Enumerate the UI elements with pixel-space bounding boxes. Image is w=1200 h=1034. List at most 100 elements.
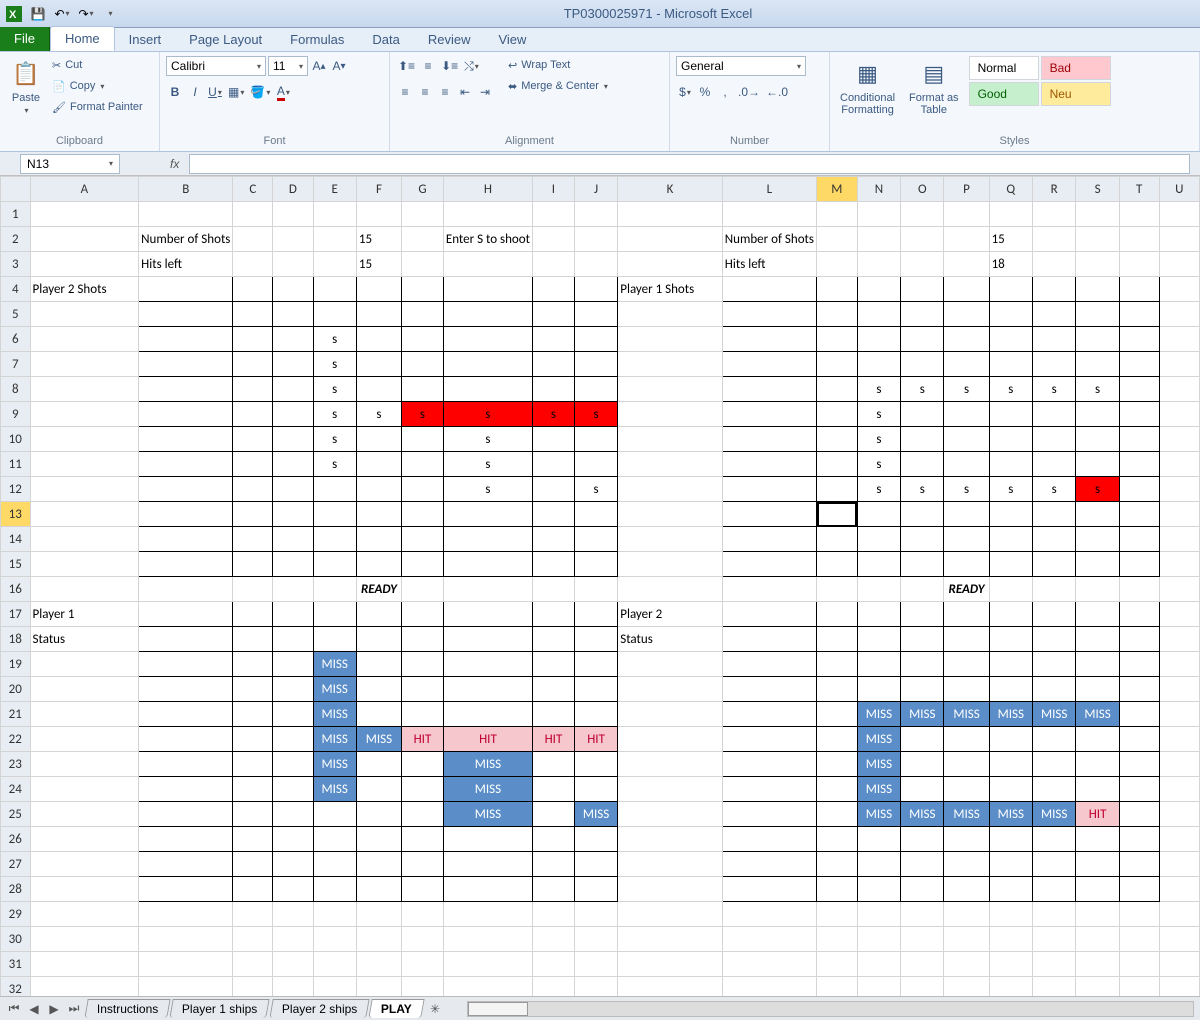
cell-U31[interactable] (1159, 952, 1199, 977)
cell-E22[interactable]: MISS (313, 727, 356, 752)
sheet-tab-play[interactable]: PLAY (368, 999, 424, 1018)
sheet-tab-player 1 ships[interactable]: Player 1 ships (170, 999, 271, 1018)
cell-Q5[interactable] (989, 302, 1032, 327)
col-header-S[interactable]: S (1076, 177, 1119, 202)
cell-K31[interactable] (618, 952, 723, 977)
cell-S24[interactable] (1076, 777, 1119, 802)
cell-J8[interactable] (574, 377, 617, 402)
cell-L4[interactable] (722, 277, 816, 302)
cell-R15[interactable] (1032, 552, 1075, 577)
cell-M7[interactable] (817, 352, 858, 377)
row-header-6[interactable]: 6 (1, 327, 31, 352)
cell-L20[interactable] (722, 677, 816, 702)
cell-L21[interactable] (722, 702, 816, 727)
cell-H9[interactable]: s (443, 402, 532, 427)
cell-S5[interactable] (1076, 302, 1119, 327)
cell-O17[interactable] (901, 602, 944, 627)
cell-F7[interactable] (356, 352, 401, 377)
cell-T18[interactable] (1119, 627, 1159, 652)
cell-B29[interactable] (139, 902, 233, 927)
cell-C21[interactable] (233, 702, 273, 727)
cell-M27[interactable] (817, 852, 858, 877)
cell-L25[interactable] (722, 802, 816, 827)
cell-T7[interactable] (1119, 352, 1159, 377)
cell-C3[interactable] (233, 252, 273, 277)
cell-C32[interactable] (233, 977, 273, 997)
cell-M2[interactable] (817, 227, 858, 252)
tab-home[interactable]: Home (50, 26, 115, 51)
cell-T21[interactable] (1119, 702, 1159, 727)
cell-H28[interactable] (443, 877, 532, 902)
cell-A30[interactable] (30, 927, 139, 952)
cell-P12[interactable]: s (944, 477, 989, 502)
cell-L10[interactable] (722, 427, 816, 452)
cell-B2[interactable]: Number of Shots (139, 227, 233, 252)
cell-Q3[interactable]: 18 (989, 252, 1032, 277)
cell-H27[interactable] (443, 852, 532, 877)
cell-D29[interactable] (273, 902, 313, 927)
cell-B22[interactable] (139, 727, 233, 752)
cell-Q26[interactable] (989, 827, 1032, 852)
underline-button[interactable]: U▾ (206, 82, 224, 102)
cell-H18[interactable] (443, 627, 532, 652)
cell-G31[interactable] (402, 952, 444, 977)
cell-P26[interactable] (944, 827, 989, 852)
cell-M24[interactable] (817, 777, 858, 802)
cell-F15[interactable] (356, 552, 401, 577)
format-as-table-button[interactable]: ▤ Format as Table (905, 56, 963, 118)
cell-G20[interactable] (402, 677, 444, 702)
cell-E8[interactable]: s (313, 377, 356, 402)
cell-N1[interactable] (857, 202, 900, 227)
cell-E7[interactable]: s (313, 352, 356, 377)
cell-R26[interactable] (1032, 827, 1075, 852)
cell-R16[interactable] (1032, 577, 1075, 602)
cell-H30[interactable] (443, 927, 532, 952)
cell-F17[interactable] (356, 602, 401, 627)
cell-C25[interactable] (233, 802, 273, 827)
cell-R22[interactable] (1032, 727, 1075, 752)
cell-D15[interactable] (273, 552, 313, 577)
col-header-O[interactable]: O (901, 177, 944, 202)
cell-O1[interactable] (901, 202, 944, 227)
cell-Q32[interactable] (989, 977, 1032, 997)
cell-T19[interactable] (1119, 652, 1159, 677)
cell-B8[interactable] (139, 377, 233, 402)
decrease-decimal-button[interactable]: ←.0 (764, 82, 790, 102)
cell-J6[interactable] (574, 327, 617, 352)
cell-D30[interactable] (273, 927, 313, 952)
row-header-28[interactable]: 28 (1, 877, 31, 902)
cell-O16[interactable] (901, 577, 944, 602)
cell-H13[interactable] (443, 502, 532, 527)
cell-B23[interactable] (139, 752, 233, 777)
cell-B27[interactable] (139, 852, 233, 877)
cell-M17[interactable] (817, 602, 858, 627)
cell-U11[interactable] (1159, 452, 1199, 477)
cell-P10[interactable] (944, 427, 989, 452)
cell-M11[interactable] (817, 452, 858, 477)
cell-S30[interactable] (1076, 927, 1119, 952)
cell-H14[interactable] (443, 527, 532, 552)
cell-T24[interactable] (1119, 777, 1159, 802)
row-header-5[interactable]: 5 (1, 302, 31, 327)
cell-M15[interactable] (817, 552, 858, 577)
cell-O20[interactable] (901, 677, 944, 702)
cell-J20[interactable] (574, 677, 617, 702)
cell-Q15[interactable] (989, 552, 1032, 577)
cell-A16[interactable] (30, 577, 139, 602)
cell-R6[interactable] (1032, 327, 1075, 352)
sheet-nav-prev-icon[interactable]: ◀ (26, 1002, 42, 1016)
cell-I2[interactable] (533, 227, 575, 252)
cell-S7[interactable] (1076, 352, 1119, 377)
cell-U3[interactable] (1159, 252, 1199, 277)
cell-K23[interactable] (618, 752, 723, 777)
number-format-select[interactable]: General▾ (676, 56, 806, 76)
cell-T14[interactable] (1119, 527, 1159, 552)
cell-F14[interactable] (356, 527, 401, 552)
worksheet-grid[interactable]: ABCDEFGHIJKLMNOPQRSTU12Number of Shots15… (0, 176, 1200, 996)
cell-M22[interactable] (817, 727, 858, 752)
cell-S27[interactable] (1076, 852, 1119, 877)
cell-Q21[interactable]: MISS (989, 702, 1032, 727)
cell-M5[interactable] (817, 302, 858, 327)
cell-H3[interactable] (443, 252, 532, 277)
align-top-button[interactable]: ⬆≡ (396, 56, 417, 76)
